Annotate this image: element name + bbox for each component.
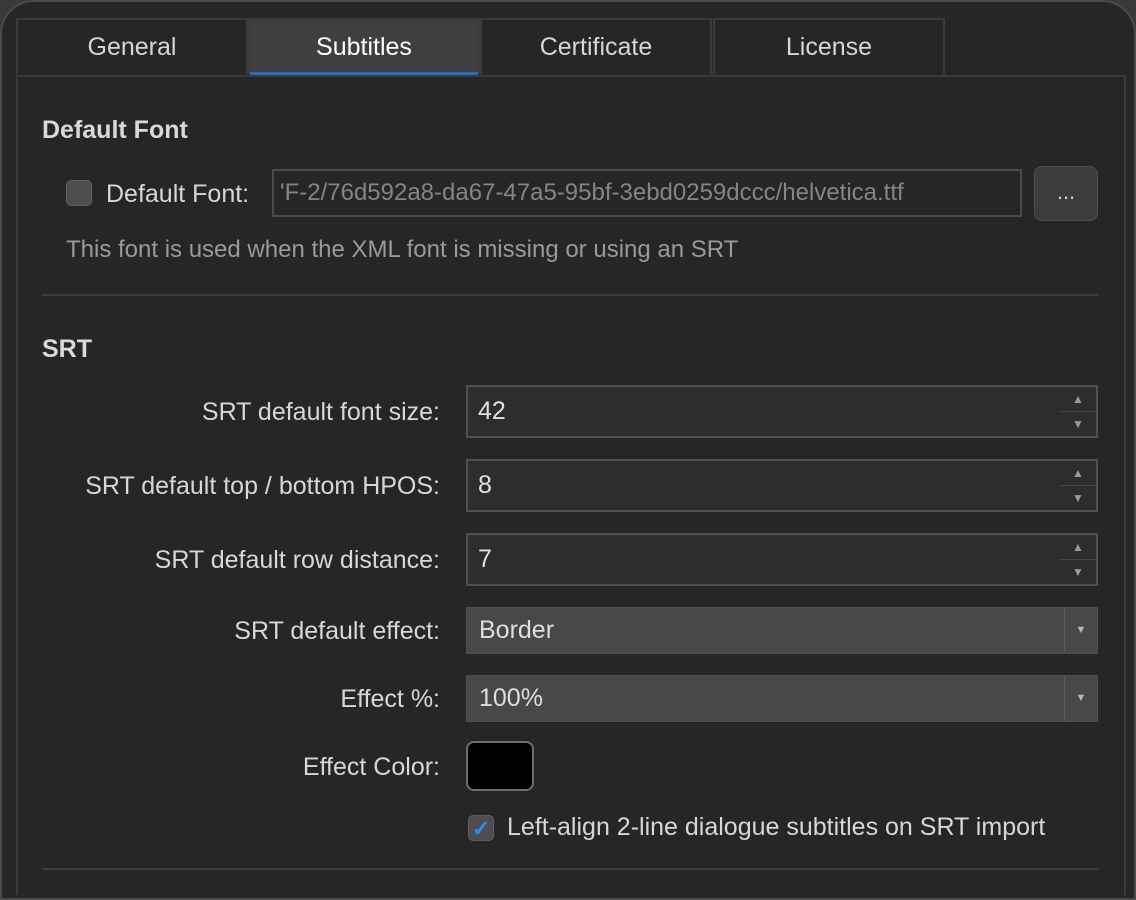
stepper-up-icon[interactable]: ▲ <box>1060 535 1096 560</box>
default-font-label: Default Font: <box>106 180 250 208</box>
srt-row-distance-label: SRT default row distance: <box>154 546 440 574</box>
srt-effect-select[interactable]: Border ▼ <box>466 607 1098 654</box>
tab-subtitles-label: Subtitles <box>316 32 412 61</box>
stepper-down-icon[interactable]: ▼ <box>1060 560 1096 584</box>
tab-general[interactable]: General <box>16 18 248 74</box>
srt-effect-value: Border <box>479 616 555 644</box>
srt-row-distance-input[interactable]: 7 <box>466 533 1062 586</box>
effect-color-label: Effect Color: <box>302 753 440 781</box>
srt-font-size-input[interactable]: 42 <box>466 385 1062 438</box>
stepper-down-icon[interactable]: ▼ <box>1060 486 1096 510</box>
stepper-up-icon[interactable]: ▲ <box>1060 387 1096 412</box>
stepper-up-icon[interactable]: ▲ <box>1060 461 1096 486</box>
srt-hpos-label: SRT default top / bottom HPOS: <box>85 472 440 500</box>
tab-certificate[interactable]: Certificate <box>480 18 712 74</box>
srt-hpos-input[interactable]: 8 <box>466 459 1062 512</box>
chevron-down-icon[interactable]: ▼ <box>1064 676 1097 721</box>
srt-row-distance-stepper[interactable]: ▲ ▼ <box>1060 533 1098 586</box>
effect-percent-label: Effect %: <box>340 685 440 713</box>
left-align-label: Left-align 2-line dialogue subtitles on … <box>507 813 1046 841</box>
effect-percent-select[interactable]: 100% ▼ <box>466 675 1098 722</box>
srt-section-title: SRT <box>42 335 92 363</box>
tab-license-label: License <box>785 32 873 61</box>
srt-effect-label: SRT default effect: <box>234 617 440 645</box>
srt-font-size-label: SRT default font size: <box>201 398 440 426</box>
left-align-checkbox[interactable]: ✓ <box>468 815 494 841</box>
effect-color-well[interactable] <box>466 741 534 791</box>
stepper-down-icon[interactable]: ▼ <box>1060 412 1096 436</box>
srt-font-size-stepper[interactable]: ▲ ▼ <box>1060 385 1098 438</box>
tab-certificate-label: Certificate <box>539 32 653 61</box>
checkmark-icon: ✓ <box>472 816 491 841</box>
preferences-window: General Subtitles Certificate License De… <box>0 0 1136 900</box>
default-font-checkbox[interactable] <box>66 180 92 206</box>
bottom-divider <box>42 868 1098 870</box>
tab-license[interactable]: License <box>713 18 945 74</box>
section-divider <box>42 294 1098 296</box>
tab-general-label: General <box>87 32 177 61</box>
default-font-hint: This font is used when the XML font is m… <box>66 236 739 263</box>
chevron-down-icon[interactable]: ▼ <box>1064 608 1097 653</box>
browse-font-button[interactable]: ... <box>1034 166 1098 221</box>
effect-percent-value: 100% <box>479 684 543 712</box>
tab-subtitles[interactable]: Subtitles <box>248 18 480 76</box>
default-font-path-field[interactable]: 'F-2/76d592a8-da67-47a5-95bf-3ebd0259dcc… <box>272 169 1022 217</box>
srt-hpos-stepper[interactable]: ▲ ▼ <box>1060 459 1098 512</box>
default-font-section-title: Default Font <box>42 116 188 144</box>
